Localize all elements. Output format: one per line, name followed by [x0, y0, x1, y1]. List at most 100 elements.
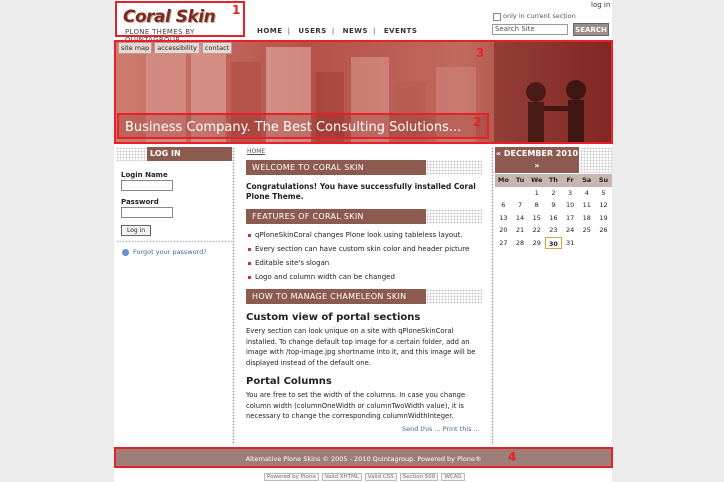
calendar-day[interactable]: 23 [545, 224, 562, 237]
print-this-link[interactable]: Print this [443, 425, 472, 433]
heading-decoration [426, 160, 482, 175]
password-label: Password [121, 198, 159, 206]
feature-item: Logo and column width can be changed [248, 273, 395, 281]
calendar-day[interactable]: 9 [545, 199, 562, 212]
calendar-day[interactable]: 28 [512, 237, 529, 250]
nav-users[interactable]: USERS [298, 27, 326, 35]
calendar-day[interactable]: 14 [512, 212, 529, 225]
nav-news[interactable]: NEWS [343, 27, 368, 35]
footer-text: Alternative Plone Skins © 2005 - 2010 Qu… [245, 455, 482, 463]
weekday-label: We [528, 174, 546, 187]
calendar-title: DECEMBER 2010 [503, 149, 579, 158]
login-link[interactable]: log in [591, 1, 610, 9]
breadcrumb[interactable]: HOME [247, 148, 265, 155]
features-heading: FEATURES OF CORAL SKIN [246, 209, 426, 224]
calendar-day[interactable]: 8 [528, 199, 545, 212]
calendar-day[interactable]: 2 [545, 187, 562, 200]
calendar-day[interactable]: 22 [528, 224, 545, 237]
calendar-week: 6 7 8 9 10 11 12 [495, 199, 612, 212]
calendar-empty [595, 237, 612, 250]
welcome-heading: WELCOME TO CORAL SKIN [246, 160, 426, 175]
calendar-decoration [580, 147, 612, 173]
weekday-label: Th [545, 174, 562, 187]
calendar-day[interactable]: 1 [528, 187, 545, 200]
calendar-empty [495, 187, 512, 200]
badge-wcag[interactable]: WCAG [441, 473, 465, 481]
feature-item: Editable site's slogan [248, 259, 329, 267]
calendar-empty [578, 237, 595, 250]
divider [116, 240, 232, 243]
site-map-link[interactable]: site map [118, 42, 153, 54]
calendar-day[interactable]: 15 [528, 212, 545, 225]
calendar-week: 13 14 15 16 17 18 19 [495, 212, 612, 225]
feature-item: qPloneSkinCoral changes Plone look using… [248, 231, 463, 239]
badge-css[interactable]: Valid CSS [364, 473, 397, 481]
calendar-day[interactable]: 18 [578, 212, 595, 225]
custom-view-heading: Custom view of portal sections [246, 312, 421, 323]
search-section-checkbox[interactable] [493, 13, 501, 21]
login-name-field[interactable] [121, 180, 173, 191]
calendar-day[interactable]: 7 [512, 199, 529, 212]
send-this-link[interactable]: Send this [402, 425, 432, 433]
login-button[interactable]: Log in [121, 225, 151, 236]
annotation-3: 3 [476, 46, 485, 60]
nav-home[interactable]: HOME [257, 27, 283, 35]
howto-heading: HOW TO MANAGE CHAMELEON SKIN [246, 289, 426, 304]
badge-xhtml[interactable]: Valid XHTML [321, 473, 362, 481]
custom-view-text: Every section can look unique on a site … [246, 327, 476, 367]
calendar-day[interactable]: 27 [495, 237, 512, 250]
badge-plone[interactable]: Powered by Plone [264, 473, 319, 481]
calendar-day[interactable]: 29 [528, 237, 545, 250]
weekday-label: Mo [495, 174, 512, 187]
calendar-week: 20 21 22 23 24 25 26 [495, 224, 612, 237]
badge-508[interactable]: Section 508 [399, 473, 439, 481]
search-section-label: only in current section [503, 12, 576, 20]
calendar-day[interactable]: 21 [512, 224, 529, 237]
logo[interactable]: Coral Skin PLONE THEMES BY QUINTAGROUP 1 [115, 1, 245, 44]
login-name-label: Login Name [121, 171, 168, 179]
calendar-day[interactable]: 26 [595, 224, 612, 237]
calendar-week: 12345 [495, 187, 612, 200]
nav-events[interactable]: EVENTS [384, 27, 418, 35]
calendar-empty [512, 187, 529, 200]
logo-title: Coral Skin [123, 7, 216, 27]
document-actions: Send this ... Print this ... [402, 425, 480, 433]
nav-separator: | [331, 27, 335, 35]
calendar-day[interactable]: 16 [545, 212, 562, 225]
calendar-day[interactable]: 12 [595, 199, 612, 212]
calendar-prev[interactable]: « [496, 149, 501, 158]
site-actions: site map accessibility contact [118, 42, 234, 54]
calendar-day[interactable]: 31 [562, 237, 579, 250]
calendar-day[interactable]: 30 [545, 236, 562, 249]
calendar-day[interactable]: 17 [562, 212, 579, 225]
portal-columns-text: You are free to set the width of the col… [246, 391, 466, 420]
heading-decoration [426, 289, 482, 304]
calendar-day[interactable]: 5 [595, 187, 612, 200]
search-input[interactable]: Search Site [492, 24, 568, 35]
forgot-password-link[interactable]: Forgot your password? [133, 248, 207, 256]
footer: Alternative Plone Skins © 2005 - 2010 Qu… [114, 447, 613, 468]
calendar-day[interactable]: 3 [562, 187, 579, 200]
annotation-1: 1 [232, 3, 241, 17]
calendar-week: 27 28 29 30 31 [495, 236, 612, 250]
accessibility-link[interactable]: accessibility [154, 42, 200, 54]
calendar-next[interactable]: » [534, 161, 539, 170]
calendar-day[interactable]: 20 [495, 224, 512, 237]
welcome-text: Congratulations! You have successfully i… [246, 182, 476, 201]
calendar-day[interactable]: 13 [495, 212, 512, 225]
contact-link[interactable]: contact [201, 42, 233, 54]
calendar-day[interactable]: 6 [495, 199, 512, 212]
calendar-day[interactable]: 10 [562, 199, 579, 212]
calendar-day[interactable]: 19 [595, 212, 612, 225]
calendar-day[interactable]: 4 [578, 187, 595, 200]
calendar-day[interactable]: 11 [578, 199, 595, 212]
annotation-4: 4 [508, 450, 517, 464]
password-field[interactable] [121, 207, 173, 218]
search-button[interactable]: SEARCH [573, 23, 609, 36]
column-divider-right [491, 147, 494, 445]
portlet-decoration [116, 147, 147, 161]
weekday-label: Tu [511, 174, 529, 187]
calendar-day[interactable]: 25 [578, 224, 595, 237]
info-icon [122, 249, 129, 256]
calendar-day[interactable]: 24 [562, 224, 579, 237]
